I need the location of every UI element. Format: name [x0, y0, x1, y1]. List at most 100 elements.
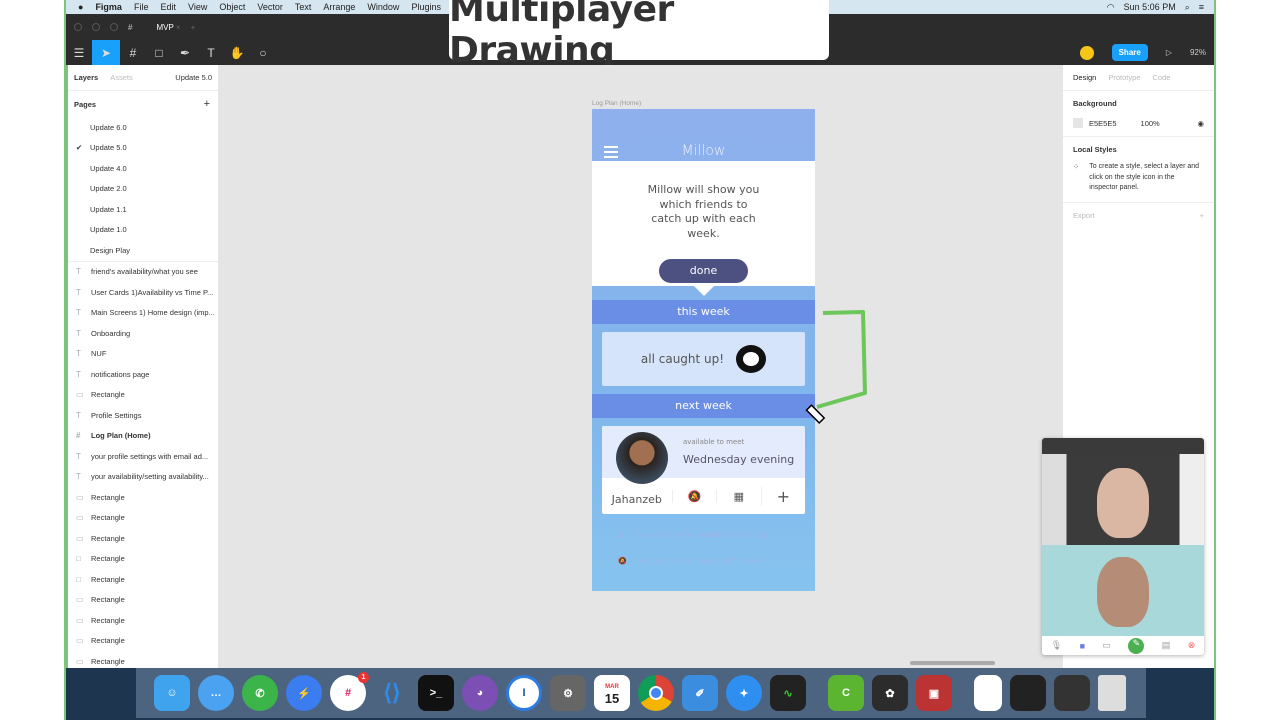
safari-icon[interactable]: ✦ — [726, 675, 762, 711]
menu-arrange[interactable]: Arrange — [323, 2, 355, 12]
layer-item[interactable]: T Onboarding — [68, 323, 218, 344]
chrome-icon[interactable] — [638, 675, 674, 711]
menu-text[interactable]: Text — [295, 2, 312, 12]
end-call-icon[interactable]: ⊗ — [1188, 640, 1196, 651]
new-tab-button[interactable]: + — [191, 23, 196, 32]
shape-tool-icon[interactable]: □ — [146, 40, 172, 65]
share-button[interactable]: Share — [1111, 44, 1148, 61]
layer-item[interactable]: ▭ Rectangle — [68, 487, 218, 508]
menu-file[interactable]: File — [134, 2, 149, 12]
eye-icon[interactable]: ◉ — [1197, 119, 1204, 128]
menu-plugins[interactable]: Plugins — [411, 2, 441, 12]
layer-item[interactable]: □ Rectangle — [68, 569, 218, 590]
layer-item[interactable]: Tyour profile settings with email ad... — [68, 446, 218, 467]
screenshot-window-icon-2[interactable] — [1054, 675, 1090, 711]
page-item[interactable]: Update 1.0 — [68, 220, 218, 241]
video-call-window[interactable]: 🎙 ■ ▭ ✎ ▤ ⊗ — [1042, 438, 1204, 655]
spotlight-icon[interactable]: ⌕ — [1185, 2, 1190, 13]
wifi-icon[interactable]: ◠ — [1107, 2, 1115, 13]
window-close[interactable] — [74, 23, 82, 31]
tab-mvp[interactable]: MVP × — [156, 23, 180, 32]
video-titlebar[interactable] — [1042, 438, 1204, 454]
canvas-scrollbar[interactable] — [910, 661, 995, 665]
document-icon[interactable] — [974, 675, 1002, 711]
page-selector[interactable]: Update 5.0 — [175, 73, 212, 82]
camera-icon[interactable]: ■ — [1080, 641, 1085, 651]
camtasia-icon[interactable]: C — [828, 675, 864, 711]
xcode-icon[interactable]: ✐ — [682, 675, 718, 711]
zoom-dropdown[interactable]: 92% — [1190, 48, 1206, 57]
layer-item[interactable]: T Main Screens 1) Home design (imp... — [68, 303, 218, 324]
tab-assets[interactable]: Assets — [110, 73, 133, 82]
messenger-icon[interactable]: ⚡ — [286, 675, 322, 711]
bg-opacity[interactable]: 100% — [1141, 119, 1160, 128]
apple-icon[interactable]: ● — [78, 2, 83, 12]
tab-layers[interactable]: Layers — [74, 73, 98, 82]
1password-icon[interactable]: I — [506, 675, 542, 711]
add-page-button[interactable]: + — [204, 98, 210, 110]
slack-icon[interactable]: #1 — [330, 672, 369, 711]
menu-object[interactable]: Object — [219, 2, 245, 12]
bg-hex[interactable]: E5E5E5 — [1089, 119, 1117, 128]
page-item[interactable]: Update 1.1 — [68, 199, 218, 220]
menu-edit[interactable]: Edit — [160, 2, 176, 12]
layer-item[interactable]: Tfriend's availability/what you see — [68, 262, 218, 283]
move-tool-icon[interactable]: ➤ — [92, 40, 120, 65]
layer-item[interactable]: ▭ Rectangle — [68, 610, 218, 631]
layer-item[interactable]: ▭ Rectangle — [68, 385, 218, 406]
menu-view[interactable]: View — [188, 2, 207, 12]
page-item[interactable]: Update 2.0 — [68, 179, 218, 200]
menu-window[interactable]: Window — [367, 2, 399, 12]
notification-center-icon[interactable]: ≡ — [1199, 2, 1204, 12]
page-item[interactable]: Update 6.0 — [68, 117, 218, 138]
messages-icon[interactable]: … — [198, 675, 234, 711]
menu-vector[interactable]: Vector — [257, 2, 283, 12]
screenshot-window-icon[interactable] — [1010, 675, 1046, 711]
whatsapp-icon[interactable]: ✆ — [242, 675, 278, 711]
photo-booth-icon[interactable]: ▣ — [916, 675, 952, 711]
finder-icon[interactable]: ☺ — [154, 675, 190, 711]
tab-prototype[interactable]: Prototype — [1108, 73, 1140, 82]
main-menu-icon[interactable]: ☰ — [66, 40, 92, 65]
text-tool-icon[interactable]: T — [198, 40, 224, 65]
add-export-button[interactable]: + — [1200, 211, 1204, 220]
github-desktop-icon[interactable]: ◕ — [462, 675, 498, 711]
pen-tool-icon[interactable]: ✒ — [172, 40, 198, 65]
layer-item[interactable]: Tyour availability/setting availability.… — [68, 467, 218, 488]
page-item[interactable]: Update 4.0 — [68, 158, 218, 179]
screen-share-icon[interactable]: ▭ — [1102, 640, 1111, 651]
page-item[interactable]: Design Play — [68, 240, 218, 261]
window-zoom[interactable] — [110, 23, 118, 31]
present-icon[interactable]: ▷ — [1166, 48, 1172, 57]
tab-code[interactable]: Code — [1152, 73, 1170, 82]
layer-item[interactable]: ▭ Rectangle — [68, 590, 218, 611]
vscode-icon[interactable]: ⟨⟩ — [374, 675, 410, 711]
activity-monitor-icon[interactable]: ∿ — [770, 675, 806, 711]
frame-tool-icon[interactable]: # — [120, 40, 146, 65]
trash-icon[interactable] — [1098, 675, 1126, 711]
frame-label[interactable]: Log Plan (Home) — [592, 100, 641, 107]
layer-item[interactable]: ▭ Rectangle — [68, 528, 218, 549]
clock[interactable]: Sun 5:06 PM — [1124, 2, 1176, 12]
hand-tool-icon[interactable]: ✋ — [224, 40, 250, 65]
collaborator-avatar[interactable] — [1079, 45, 1094, 60]
layer-item[interactable]: T NUF — [68, 344, 218, 365]
chat-icon[interactable]: ▤ — [1162, 640, 1171, 651]
figma-home-icon[interactable]: # — [128, 23, 132, 32]
calendar-app-icon[interactable]: MAR 15 — [594, 675, 630, 711]
page-item[interactable]: ✔ Update 5.0 — [68, 138, 218, 159]
layer-item[interactable]: ▭ Rectangle — [68, 631, 218, 652]
comment-tool-icon[interactable]: ○ — [250, 40, 276, 65]
window-minimize[interactable] — [92, 23, 100, 31]
layer-item[interactable]: Tnotifications page — [68, 364, 218, 385]
tab-design[interactable]: Design — [1073, 73, 1096, 82]
figma-icon[interactable]: ✿ — [872, 675, 908, 711]
layer-item[interactable]: ▭ Rectangle — [68, 651, 218, 668]
terminal-icon[interactable]: >_ — [418, 675, 454, 711]
menu-app[interactable]: Figma — [95, 2, 122, 12]
tab-close-icon[interactable]: × — [176, 23, 181, 32]
layer-item[interactable]: T User Cards 1)Availability vs Time P... — [68, 282, 218, 303]
bg-swatch[interactable] — [1073, 118, 1083, 128]
layer-item[interactable]: ▭ Rectangle — [68, 508, 218, 529]
layer-item[interactable]: □ Rectangle — [68, 549, 218, 570]
